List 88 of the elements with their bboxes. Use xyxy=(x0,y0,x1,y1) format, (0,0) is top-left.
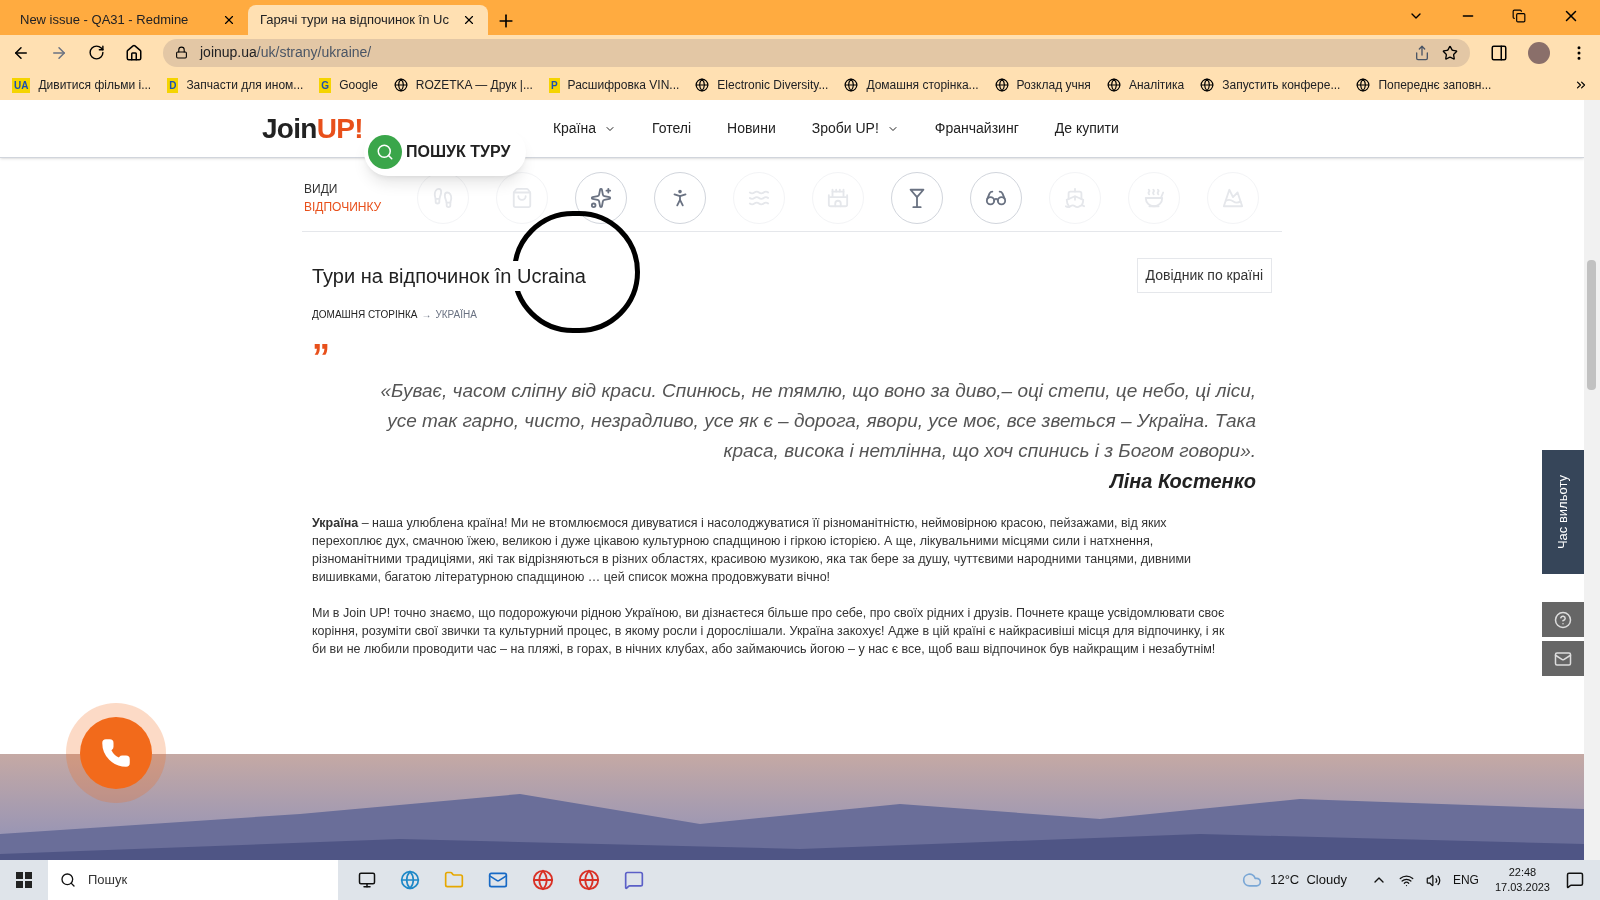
help-icon xyxy=(1554,610,1572,629)
tab-title: Гарячі тури на відпочинок în Uc xyxy=(260,11,450,30)
flip-flops-icon xyxy=(432,186,454,209)
globe-icon xyxy=(393,78,408,92)
windows-logo-icon[interactable] xyxy=(16,872,32,888)
nav-link[interactable]: Готелі xyxy=(652,118,691,139)
more-bookmarks-icon[interactable] xyxy=(1574,78,1588,92)
bookmark-link[interactable]: Расшифровка VIN... xyxy=(567,76,680,94)
bag-icon xyxy=(511,186,533,209)
clock-time[interactable]: 22:48 xyxy=(1508,865,1537,880)
ship-icon xyxy=(1064,186,1086,209)
bookmark-badge: G xyxy=(319,77,332,93)
castle-icon xyxy=(827,186,849,209)
notifications-icon[interactable] xyxy=(1566,871,1584,889)
body-paragraph: Ми в Join UP! точно знаємо, що подорожуючи рідною Україною, ви дізнаєтеся більше про себе, про своїх рідних і друзів. Почнете краще усвідомлювати своє коріння, розуміти свої звички та культурний процес, в якому росли і дорослішали. Україна закохує! Адже в цій країні є найкрасивіші місця для відпочинку, і як би ви не любили проводити час – на пляжі, в горах, в нічних клубах, або займаючись йогою – у нас є все, щоб ваш відпочинок був найкращим і незабутнім! xyxy=(312,605,1226,658)
nav-link[interactable]: Де купити xyxy=(1054,118,1119,139)
close-icon[interactable] xyxy=(222,13,236,27)
close-icon[interactable] xyxy=(462,13,476,27)
bookmark-link[interactable]: Аналітика xyxy=(1128,76,1185,94)
body-paragraph: Україна – наша улюблена країна! Ми не втомлюємося дивуватися і насолоджуватися її різноманітністю, неймовірною красою, пейзажами, від яких перехоплює дух, смачною їжею, великою і дуже цікавою культурною спадщиною і гіркою історією. А ще, лікувальними місцями сили і натхнення, різноманітними традиціями, які так відрізняються в різних областях, красивою музикою, яка так бере за душу, чуттєвими народними танцями, дивними вишивками, багатою літературною спадщиною … цей список можна продовжувати вічно! xyxy=(312,515,1193,586)
breadcrumb-arrow: → xyxy=(421,308,432,322)
stars-icon xyxy=(590,186,612,209)
home-icon[interactable] xyxy=(125,43,143,62)
quote-text: «Буває, часом сліпну від краси. Спинюсь, не тямлю, що воно за диво,– оці степи, це небо, ці ліси, усе так гарно, чисто, незрадливо, усе як є – дорога, явори, усе моє, все зветься – Україна. Така краса, висока і нетлінна, що хоч спинись і з Богом говори». xyxy=(379,379,1256,463)
globe-icon xyxy=(695,78,710,92)
weather-text[interactable]: 12°C Cloudy xyxy=(1270,870,1347,890)
breadcrumb-item: УКРАЇНА xyxy=(435,308,477,322)
chat-icon[interactable] xyxy=(624,870,644,890)
departure-time-tab[interactable]: Час вильоту xyxy=(1542,450,1584,574)
globe-icon xyxy=(1106,78,1121,92)
bookmark-link[interactable]: Запчасти для ином... xyxy=(186,76,304,94)
quote-author: Ліна Костенко xyxy=(1108,469,1256,494)
tab-title: New issue - QA31 - Redmine xyxy=(20,11,190,30)
bookmark-link[interactable]: Google xyxy=(339,76,378,94)
mail-icon xyxy=(1554,649,1572,668)
bookmark-link[interactable]: ROZETKA — Друк |... xyxy=(415,76,533,94)
site-logo[interactable]: JoinUP! xyxy=(262,107,363,150)
search-icon xyxy=(60,872,76,888)
mountain-icon xyxy=(1222,186,1244,209)
share-icon[interactable] xyxy=(1414,44,1430,61)
language-indicator[interactable]: ENG xyxy=(1452,871,1479,889)
restore-icon[interactable] xyxy=(1512,8,1526,23)
nav-link[interactable]: Новини xyxy=(727,118,776,139)
nav-link[interactable]: Франчайзинг xyxy=(934,118,1019,139)
star-icon[interactable] xyxy=(1442,44,1458,61)
side-panel-icon[interactable] xyxy=(1490,43,1508,62)
cloud-icon xyxy=(1242,870,1263,890)
wifi-icon[interactable] xyxy=(1398,872,1414,888)
mail-button[interactable] xyxy=(1542,641,1584,676)
bookmark-badge: UA xyxy=(12,77,31,93)
bookmark-link[interactable]: Домашня сторінка... xyxy=(866,76,979,94)
bookmark-badge: P xyxy=(548,77,560,93)
bookmark-badge: D xyxy=(167,77,179,93)
bookmark-link[interactable]: Попереднє заповн... xyxy=(1378,76,1492,94)
bookmark-link[interactable]: Electronic Diversity... xyxy=(717,76,829,94)
categories-label: ВІДПОЧИНКУ xyxy=(304,198,383,216)
scrollbar[interactable] xyxy=(1584,100,1600,860)
globe-icon xyxy=(844,78,859,92)
breadcrumb-item[interactable]: ДОМАШНЯ СТОРІНКА xyxy=(312,307,418,322)
reload-icon[interactable] xyxy=(88,44,105,61)
search-tour-button[interactable]: ПОШУК ТУРУ xyxy=(364,128,527,176)
country-guide-button[interactable]: Довідник по країні xyxy=(1136,258,1272,293)
bookmark-link[interactable]: Дивитися фільми і... xyxy=(38,76,152,94)
profile-avatar[interactable] xyxy=(1528,41,1550,64)
url-text: joinup.ua/uk/strany/ukraine/ xyxy=(200,43,373,62)
phone-button[interactable] xyxy=(80,717,152,789)
help-button[interactable] xyxy=(1542,602,1584,637)
nav-link[interactable]: Країна xyxy=(552,118,617,139)
nav-link[interactable]: Зроби UP! xyxy=(811,118,899,139)
bookmark-link[interactable]: Запустить конфере... xyxy=(1222,76,1341,94)
search-icon xyxy=(368,135,402,169)
categories-label: ВИДИ xyxy=(304,180,339,198)
mail-icon[interactable] xyxy=(488,870,508,890)
globe-icon xyxy=(994,78,1009,92)
bowl-icon xyxy=(1143,186,1165,209)
task-view-icon[interactable] xyxy=(358,871,376,889)
browser-tab[interactable]: Гарячі тури на відпочинок în Uc xyxy=(248,5,488,35)
lock-icon xyxy=(175,46,188,59)
browser-icon[interactable] xyxy=(400,870,420,890)
clock-date[interactable]: 17.03.2023 xyxy=(1494,880,1550,895)
address-bar[interactable]: joinup.ua/uk/strany/ukraine/ xyxy=(163,38,1470,67)
globe-icon xyxy=(1200,78,1215,92)
bookmark-link[interactable]: Розклад учня xyxy=(1016,76,1091,94)
globe-icon xyxy=(1356,78,1371,92)
phone-icon xyxy=(101,738,131,768)
taskbar-search-field[interactable]: Пошук xyxy=(48,860,338,900)
browser-tab[interactable]: New issue - QA31 - Redmine xyxy=(8,5,248,35)
volume-icon[interactable] xyxy=(1425,872,1441,888)
